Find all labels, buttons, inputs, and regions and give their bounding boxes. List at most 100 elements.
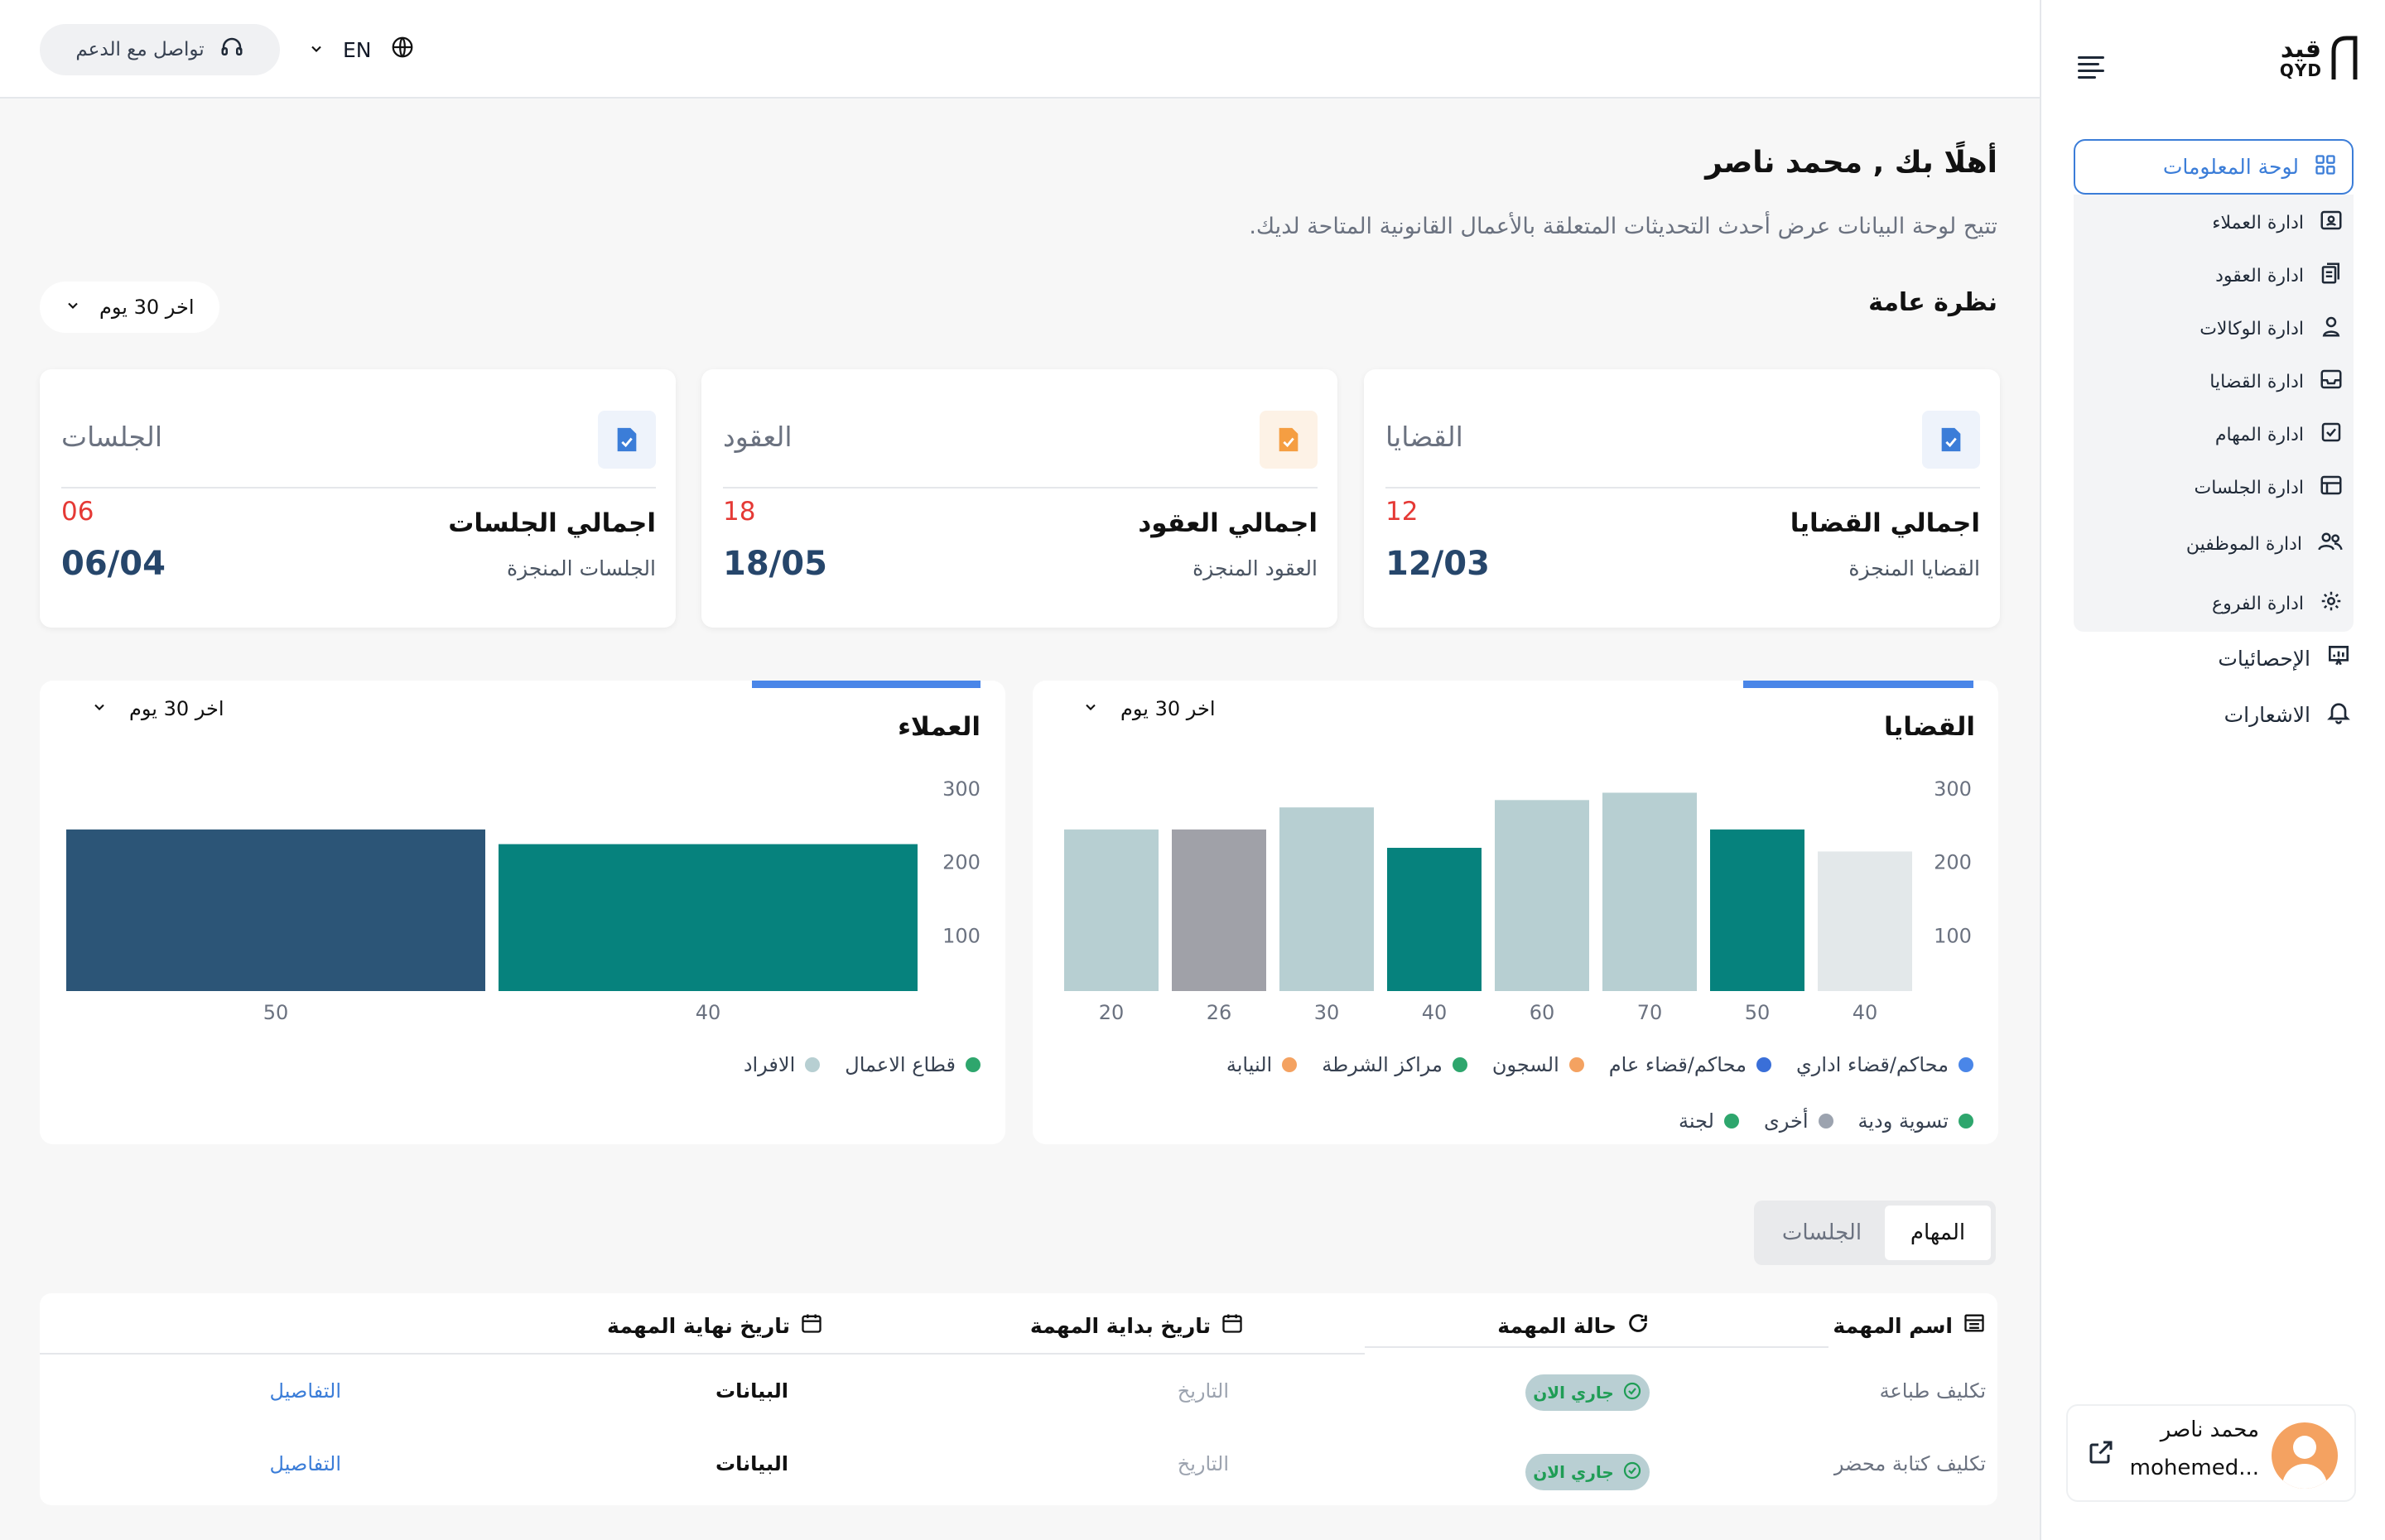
overview-heading: نظرة عامة xyxy=(1868,288,1997,317)
sidebar-management-group: ادارة العملاء ادارة العقود ادارة الوكالا… xyxy=(2074,195,2354,632)
column-header-start-date: تاريخ بداية المهمة xyxy=(1030,1311,1244,1340)
sidebar-item-agencies[interactable]: ادارة الوكالات xyxy=(2200,312,2344,345)
x-tick-label: 70 xyxy=(1637,1001,1663,1024)
calendar-box-icon xyxy=(2319,473,2344,503)
divider xyxy=(1385,487,1980,488)
external-link-icon[interactable] xyxy=(2086,1437,2116,1470)
legend-label: محاكم/قضاء عام xyxy=(1608,1053,1747,1076)
language-selector[interactable]: EN xyxy=(308,31,415,68)
sidebar-item-clients[interactable]: ادارة العملاء xyxy=(2212,206,2344,239)
stat-total-label: اجمالي القضايا xyxy=(1790,508,1980,538)
user-profile-card[interactable]: محمد ناصر mohemed... xyxy=(2066,1404,2356,1502)
documents-icon xyxy=(2319,261,2344,291)
cases-range-dropdown[interactable]: اخر 30 يوم xyxy=(1082,697,1216,720)
legend-item: أخرى xyxy=(1764,1109,1833,1133)
bar xyxy=(1279,807,1374,991)
sidebar-item-branches[interactable]: ادارة الفروع xyxy=(2212,587,2344,620)
logo-arabic: قيد xyxy=(2280,35,2322,64)
chevron-down-icon xyxy=(1082,697,1099,720)
details-link[interactable]: التفاصيل xyxy=(270,1452,341,1475)
sidebar: قيد QYD لوحة المعلومات ادارة العملاء ادا… xyxy=(2040,0,2385,1540)
clients-chart-card: 100 200 300 40 50 العملاء اخر 30 يوم قطاع ال… xyxy=(40,681,1005,1144)
legend-label: تسوية ودية xyxy=(1857,1109,1949,1133)
bar xyxy=(1602,792,1697,991)
legend-label: مراكز الشرطة xyxy=(1322,1053,1443,1076)
cases-chart: 100 200 300 40 50 70 60 40 30 26 20 xyxy=(1064,777,1972,1024)
profile-email: mohemed... xyxy=(2129,1456,2259,1480)
sidebar-item-employees[interactable]: ادارة الموظفين xyxy=(2186,527,2344,561)
clients-legend: قطاع الاعمال الافراد xyxy=(744,1053,980,1076)
header-label: تاريخ نهاية المهمة xyxy=(607,1313,790,1338)
legend-item: محاكم/قضاء عام xyxy=(1609,1053,1771,1076)
tab-sessions[interactable]: الجلسات xyxy=(1759,1206,1885,1260)
sidebar-item-cases[interactable]: ادارة القضايا xyxy=(2209,365,2344,398)
tab-tasks[interactable]: المهام xyxy=(1885,1206,1991,1260)
bar xyxy=(1495,800,1589,991)
profile-name: محمد ناصر xyxy=(2160,1417,2259,1442)
cases-chart-card: 100 200 300 40 50 70 60 40 30 26 20 القضايا اخر 30… xyxy=(1033,681,1998,1144)
sidebar-item-tasks[interactable]: ادارة المهام xyxy=(2215,418,2344,451)
column-header-end-date: تاريخ نهاية المهمة xyxy=(607,1311,823,1340)
stat-card-sessions[interactable]: الجلسات اجمالي الجلسات 06 الجلسات المنجز… xyxy=(40,369,676,628)
sidebar-item-label: لوحة المعلومات xyxy=(2162,155,2299,179)
chart-title: العملاء xyxy=(898,712,980,742)
legend-label: أخرى xyxy=(1763,1109,1809,1133)
legend-label: قطاع الاعمال xyxy=(845,1053,956,1076)
legend-item: الافراد xyxy=(744,1053,821,1076)
sidebar-item-notifications[interactable]: الاشعارات xyxy=(2224,699,2352,730)
stat-done-label: العقود المنجزة xyxy=(1192,556,1318,580)
overview-range-dropdown[interactable]: اخر 30 يوم xyxy=(40,282,219,333)
chevron-down-icon xyxy=(91,697,108,720)
legend-item: تسوية ودية xyxy=(1857,1109,1973,1133)
x-tick-label: 20 xyxy=(1099,1001,1125,1024)
contact-card-icon xyxy=(2319,208,2344,238)
legend-item: مراكز الشرطة xyxy=(1322,1053,1467,1076)
chevron-down-icon xyxy=(308,38,325,62)
stat-card-contracts[interactable]: العقود اجمالي العقود 18 العقود المنجزة 1… xyxy=(701,369,1337,628)
stat-total-value: 12 xyxy=(1385,497,1419,527)
bar xyxy=(1064,829,1159,991)
sidebar-item-sessions[interactable]: ادارة الجلسات xyxy=(2194,471,2344,504)
menu-toggle-icon[interactable] xyxy=(2078,56,2104,83)
sidebar-item-label: ادارة الجلسات xyxy=(2194,477,2304,498)
y-tick-label: 200 xyxy=(1934,851,1972,874)
bar xyxy=(1387,847,1482,991)
sidebar-item-label: ادارة المهام xyxy=(2214,424,2304,445)
details-link[interactable]: التفاصيل xyxy=(270,1379,341,1403)
sidebar-item-dashboard[interactable]: لوحة المعلومات xyxy=(2074,139,2354,195)
support-button[interactable]: تواصل مع الدعم xyxy=(40,24,280,75)
document-check-icon xyxy=(1260,411,1318,469)
legend-item: النيابة xyxy=(1226,1053,1298,1076)
chart-title: القضايا xyxy=(1883,712,1975,742)
stat-card-cases[interactable]: القضايا اجمالي القضايا 12 القضايا المنجز… xyxy=(1364,369,2000,628)
x-tick-label: 40 xyxy=(696,1001,721,1024)
sidebar-item-label: ادارة الوكالات xyxy=(2200,318,2304,339)
document-check-icon xyxy=(598,411,656,469)
legend-item: لجنة xyxy=(1679,1109,1739,1133)
y-tick-label: 300 xyxy=(1934,777,1972,801)
bar xyxy=(1710,829,1804,991)
bell-icon xyxy=(2325,699,2352,730)
legend-item: قطاع الاعمال xyxy=(845,1053,980,1076)
column-header-status: حالة المهمة xyxy=(1497,1311,1650,1340)
stat-title: الجلسات xyxy=(61,421,163,453)
header-divider xyxy=(40,1353,1365,1355)
x-tick-label: 30 xyxy=(1314,1001,1340,1024)
logo-english: QYD xyxy=(2279,60,2322,80)
x-tick-label: 50 xyxy=(1745,1001,1771,1024)
divider xyxy=(61,487,656,488)
language-label: EN xyxy=(343,37,372,62)
cases-legend-row-1: محاكم/قضاء اداري محاكم/قضاء عام السجون م… xyxy=(1226,1053,1973,1076)
globe-icon xyxy=(390,35,415,65)
stat-done-label: الجلسات المنجزة xyxy=(507,556,656,580)
sidebar-item-contracts[interactable]: ادارة العقود xyxy=(2215,259,2344,292)
x-tick-label: 40 xyxy=(1422,1001,1448,1024)
header-label: تاريخ بداية المهمة xyxy=(1029,1313,1211,1338)
sidebar-item-statistics[interactable]: الإحصائيات xyxy=(2218,642,2352,674)
column-header-task-name: اسم المهمة xyxy=(1833,1311,1986,1340)
cases-legend-row-2: تسوية ودية أخرى لجنة xyxy=(1679,1109,1973,1133)
clients-chart: 100 200 300 40 50 xyxy=(66,777,980,1024)
task-tabs: المهام الجلسات xyxy=(1754,1201,1996,1265)
bar xyxy=(1818,851,1912,991)
clients-range-dropdown[interactable]: اخر 30 يوم xyxy=(91,697,224,720)
